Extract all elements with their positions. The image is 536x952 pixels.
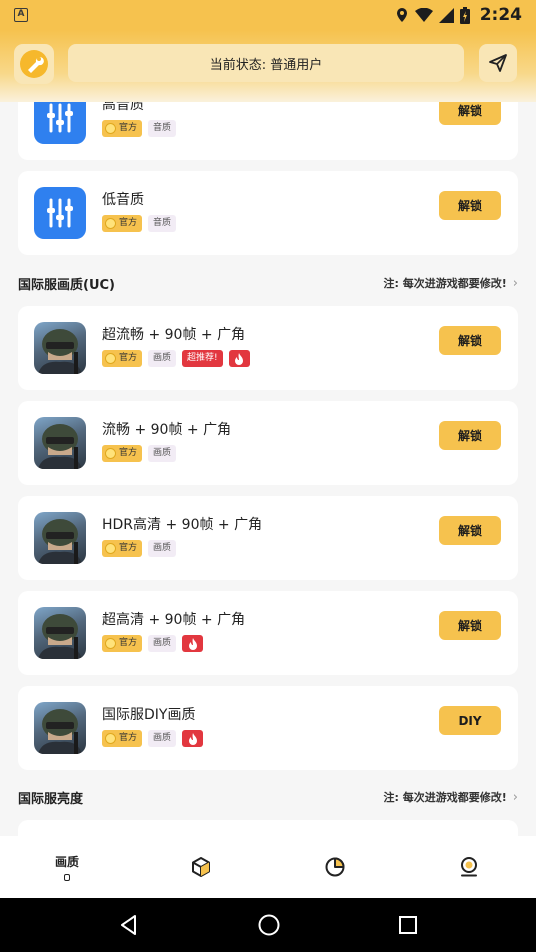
user-status-pill: 当前状态: 普通用户 <box>68 44 464 82</box>
list-item-diy: 国际服DIY画质 官方 画质 DIY <box>18 686 518 770</box>
send-icon <box>489 54 507 72</box>
wrench-icon <box>20 50 48 78</box>
coin-icon <box>105 218 116 229</box>
item-title: 超高清 + 90帧 + 广角 <box>102 612 246 628</box>
bottom-navigation: 画质 <box>0 836 536 898</box>
fire-icon <box>182 730 204 747</box>
item-title: 超流畅 + 90帧 + 广角 <box>102 327 246 343</box>
nav-tab-stats[interactable] <box>268 836 402 898</box>
section-header-uc[interactable]: 国际服画质(UC) 注: 每次进游戏都要修改! › <box>18 272 518 294</box>
tag-list: 官方 画质 <box>102 635 204 652</box>
official-tag: 官方 <box>102 120 143 137</box>
app-notification-icon: A <box>14 8 28 22</box>
section-header-brightness[interactable]: 国际服亮度 注: 每次进游戏都要修改! › <box>18 786 518 808</box>
list-item-smooth: 流畅 + 90帧 + 广角 官方 画质 解锁 <box>18 401 518 485</box>
fire-icon <box>228 350 250 367</box>
active-indicator-icon <box>64 874 70 881</box>
item-title: HDR高清 + 90帧 + 广角 <box>102 517 263 533</box>
logo-button[interactable] <box>14 44 54 84</box>
diy-button[interactable]: DIY <box>439 706 501 735</box>
recents-icon[interactable] <box>398 915 418 935</box>
section-title: 国际服画质(UC) <box>18 277 115 293</box>
category-tag: 音质 <box>148 120 177 137</box>
user-status-text: 当前状态: 普通用户 <box>209 57 323 73</box>
system-navigation-bar <box>0 898 536 952</box>
coin-icon <box>105 123 116 134</box>
home-icon[interactable] <box>257 913 281 937</box>
share-button[interactable] <box>479 44 517 82</box>
wifi-icon <box>414 8 433 22</box>
clock: 2:24 <box>479 5 522 25</box>
item-title: 低音质 <box>102 192 144 208</box>
game-avatar-icon <box>34 512 86 564</box>
chevron-right-icon: › <box>512 275 518 291</box>
list-item-low-audio: 低音质 官方 音质 解锁 <box>18 171 518 255</box>
unlock-button[interactable]: 解锁 <box>439 611 501 640</box>
official-tag: 官方 <box>102 445 143 462</box>
official-tag: 官方 <box>102 350 143 367</box>
section-title: 国际服亮度 <box>18 791 84 807</box>
equalizer-icon <box>34 102 86 144</box>
item-title: 国际服DIY画质 <box>102 707 196 723</box>
unlock-button[interactable]: 解锁 <box>439 191 501 220</box>
official-tag: 官方 <box>102 215 143 232</box>
battery-icon <box>459 6 470 24</box>
location-icon <box>396 8 407 22</box>
signal-icon <box>438 7 454 23</box>
official-tag: 官方 <box>102 540 143 557</box>
tag-list: 官方 画质 超推荐! <box>102 350 250 367</box>
app-header: 当前状态: 普通用户 <box>0 30 536 102</box>
official-tag: 官方 <box>102 635 143 652</box>
equalizer-icon <box>34 187 86 239</box>
chevron-right-icon: › <box>512 789 518 805</box>
nav-tab-label: 画质 <box>54 855 79 869</box>
profile-icon <box>461 857 477 877</box>
item-title: 高音质 <box>102 102 144 113</box>
category-tag: 音质 <box>148 215 177 232</box>
section-note: 注: 每次进游戏都要修改! <box>383 277 507 290</box>
list-item-ultra-hd: 超高清 + 90帧 + 广角 官方 画质 解锁 <box>18 591 518 675</box>
cube-icon <box>192 857 210 877</box>
status-bar: A 2:24 <box>0 0 536 30</box>
category-tag: 画质 <box>148 445 177 462</box>
main-content[interactable]: 高音质 官方 音质 解锁 低音质 官方 音质 解锁 国际服画质(UC) 注: 每… <box>0 102 536 836</box>
back-icon[interactable] <box>118 914 140 936</box>
list-item-partial <box>18 820 518 836</box>
category-tag: 画质 <box>148 730 177 747</box>
category-tag: 画质 <box>148 540 177 557</box>
item-title: 流畅 + 90帧 + 广角 <box>102 422 232 438</box>
tag-list: 官方 画质 <box>102 540 177 557</box>
coin-icon <box>105 543 116 554</box>
pie-chart-icon <box>325 857 345 877</box>
list-item-ultra-smooth: 超流畅 + 90帧 + 广角 官方 画质 超推荐! 解锁 <box>18 306 518 390</box>
unlock-button[interactable]: 解锁 <box>439 102 501 125</box>
unlock-button[interactable]: 解锁 <box>439 421 501 450</box>
list-item-high-audio: 高音质 官方 音质 解锁 <box>18 102 518 160</box>
nav-tab-profile[interactable] <box>402 836 536 898</box>
game-avatar-icon <box>34 417 86 469</box>
category-tag: 画质 <box>148 635 177 652</box>
game-avatar-icon <box>34 702 86 754</box>
category-tag: 画质 <box>148 350 177 367</box>
coin-icon <box>105 353 116 364</box>
nav-tab-tools[interactable] <box>134 836 268 898</box>
coin-icon <box>105 448 116 459</box>
coin-icon <box>105 638 116 649</box>
list-item-hdr: HDR高清 + 90帧 + 广角 官方 画质 解锁 <box>18 496 518 580</box>
official-tag: 官方 <box>102 730 143 747</box>
game-avatar-icon <box>34 322 86 374</box>
coin-icon <box>105 733 116 744</box>
fire-icon <box>182 635 204 652</box>
tag-list: 官方 音质 <box>102 215 177 232</box>
game-avatar-icon <box>34 607 86 659</box>
nav-tab-quality[interactable]: 画质 <box>0 836 134 898</box>
tag-list: 官方 画质 <box>102 730 204 747</box>
unlock-button[interactable]: 解锁 <box>439 516 501 545</box>
tag-list: 官方 画质 <box>102 445 177 462</box>
recommended-tag: 超推荐! <box>182 350 223 367</box>
status-icons: 2:24 <box>395 5 522 25</box>
tag-list: 官方 音质 <box>102 120 177 137</box>
section-note: 注: 每次进游戏都要修改! <box>383 791 507 804</box>
unlock-button[interactable]: 解锁 <box>439 326 501 355</box>
